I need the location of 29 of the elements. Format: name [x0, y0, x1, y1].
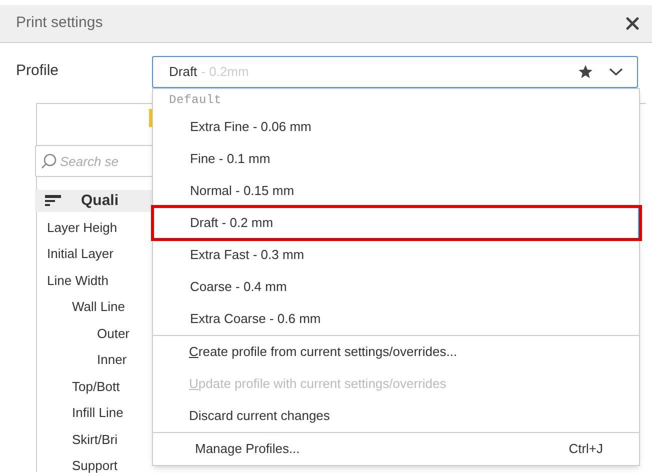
- setting-label: Inner: [97, 351, 127, 369]
- setting-label: Top/Bott: [72, 378, 120, 396]
- star-icon[interactable]: [578, 64, 593, 78]
- profile-value: Draft: [169, 62, 198, 81]
- menu-section-header: Default: [169, 92, 222, 109]
- setting-label: Wall Line: [72, 298, 125, 316]
- shortcut-label: Ctrl+J: [568, 440, 603, 458]
- manage-profiles-item[interactable]: Manage Profiles... Ctrl+J: [153, 433, 639, 465]
- setting-label: Outer: [97, 324, 130, 342]
- setting-label: Initial Layer: [47, 245, 114, 263]
- window-title: Print settings: [16, 13, 103, 34]
- setting-label: Skirt/Bri: [72, 430, 118, 448]
- setting-label: Support: [72, 457, 118, 473]
- menu-action[interactable]: Create profile from current settings/overrides...: [153, 336, 639, 368]
- setting-label: Line Width: [47, 272, 108, 290]
- category-title: Quali: [81, 190, 119, 211]
- profile-label: Profile: [15, 61, 60, 82]
- category-icon: [45, 195, 61, 207]
- search-icon: [41, 153, 57, 169]
- profile-menu-item[interactable]: Extra Coarse - 0.6 mm: [153, 303, 639, 335]
- profile-menu-item[interactable]: Extra Fast - 0.3 mm: [153, 239, 639, 271]
- close-icon[interactable]: [624, 16, 640, 32]
- chevron-down-icon[interactable]: [609, 68, 623, 76]
- setting-label: Layer Heigh: [47, 218, 118, 237]
- menu-item-label: Manage Profiles...: [195, 440, 300, 458]
- setting-label: Infill Line: [72, 404, 124, 422]
- menu-action[interactable]: Discard current changes: [153, 400, 639, 432]
- profile-menu-item[interactable]: Extra Fine - 0.06 mm: [153, 111, 639, 143]
- profile-menu-item[interactable]: Coarse - 0.4 mm: [153, 271, 639, 303]
